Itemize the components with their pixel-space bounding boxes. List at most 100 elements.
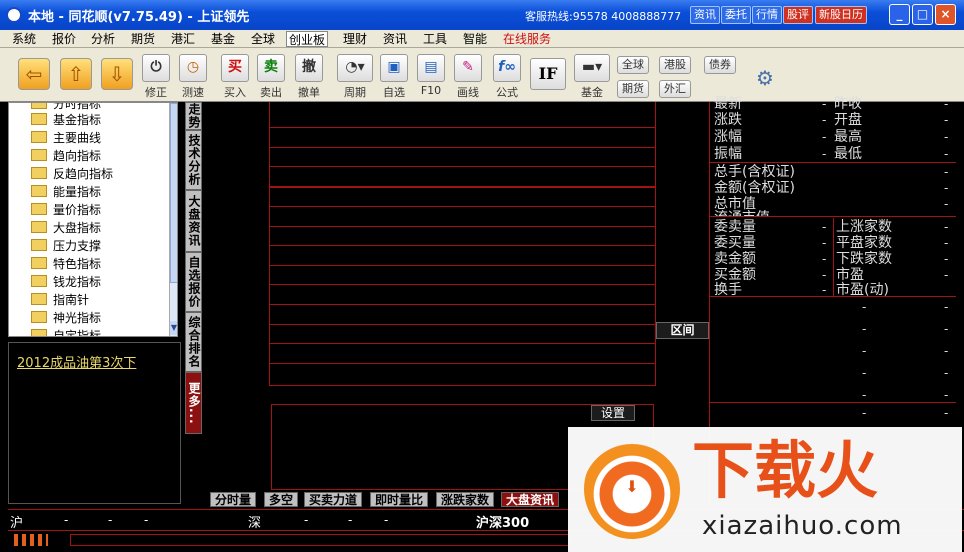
value-decliners: - <box>944 252 949 266</box>
tool-fund[interactable]: ▬▾ 基金 <box>572 52 612 100</box>
pencil-icon: ✎ <box>454 54 482 82</box>
hs300-label: 沪深300 <box>476 516 530 531</box>
btab-advance-decline[interactable]: 涨跌家数 <box>436 492 495 507</box>
tool-draw-line[interactable]: ✎ 画线 <box>451 52 485 100</box>
btab-volume-ratio[interactable]: 即时量比 <box>370 492 429 507</box>
back-arrow-icon[interactable]: ⇦ <box>18 58 50 90</box>
if-futures-icon[interactable]: IF <box>530 58 566 90</box>
tool-speedtest[interactable]: ◷ 测速 <box>176 52 210 100</box>
buy-icon: 买 <box>221 54 249 82</box>
btn-global[interactable]: 全球 <box>617 56 649 74</box>
tool-sell[interactable]: 卖卖出 <box>254 52 288 100</box>
btab-market-info[interactable]: 大盘资讯 <box>501 492 560 507</box>
tool-f10[interactable]: ▤ F10 <box>414 52 448 100</box>
top-btn-news[interactable]: 资讯 <box>690 6 720 24</box>
minimize-button[interactable]: _ <box>889 4 910 25</box>
chevron-down-icon[interactable]: ▼ <box>170 321 177 335</box>
value-advancers: - <box>944 220 949 234</box>
tree-scrollbar[interactable]: ▼ <box>169 103 177 336</box>
menu-hk-fx[interactable]: 港汇 <box>171 31 195 47</box>
sh-index-change: - <box>108 513 113 527</box>
label-buy-amount: 买金额 <box>714 267 756 283</box>
btab-long-short[interactable]: 多空 <box>264 492 299 507</box>
tree-item[interactable]: 基金指标 <box>31 111 101 129</box>
maximize-button[interactable]: □ <box>912 4 933 25</box>
tree-item[interactable]: 能量指标 <box>31 183 101 201</box>
value-row: - <box>944 322 949 336</box>
menu-system[interactable]: 系统 <box>12 31 36 47</box>
watermark-brand: 下载火 <box>692 434 879 507</box>
btn-forex[interactable]: 外汇 <box>659 80 691 98</box>
tree-item[interactable]: 趋向指标 <box>31 147 101 165</box>
label-ask-volume: 委卖量 <box>714 219 756 235</box>
value-change: - <box>822 113 827 127</box>
tree-item[interactable]: 反趋向指标 <box>31 165 113 183</box>
btab-buy-sell-force[interactable]: 买卖力道 <box>304 492 363 507</box>
label-volume: 总手(含权证) <box>714 164 795 180</box>
news-headline-link[interactable]: 2012成品油第3次下 <box>17 352 136 371</box>
value-prev-close: - <box>944 97 949 111</box>
btab-volume[interactable]: 分时量 <box>210 492 257 507</box>
signal-icon <box>14 534 48 546</box>
divider <box>710 296 956 297</box>
vtab-ranking[interactable]: 综合排名 <box>185 312 202 372</box>
menu-analysis[interactable]: 分析 <box>91 31 115 47</box>
label-decliners: 下跌家数 <box>836 251 892 267</box>
tree-item[interactable]: 指南针 <box>31 291 89 309</box>
top-btn-quote[interactable]: 行情 <box>752 6 782 24</box>
tool-cancel-order[interactable]: 撤撤单 <box>292 52 326 100</box>
menu-smart[interactable]: 智能 <box>463 31 487 47</box>
menu-finance[interactable]: 理财 <box>343 31 367 47</box>
close-button[interactable]: × <box>935 4 956 25</box>
top-btn-order[interactable]: 委托 <box>721 6 751 24</box>
menu-quote[interactable]: 报价 <box>52 31 76 47</box>
up-arrow-icon[interactable]: ⇧ <box>60 58 92 90</box>
down-arrow-icon[interactable]: ⇩ <box>101 58 133 90</box>
top-btn-review[interactable]: 股评 <box>783 6 813 24</box>
menu-online-service[interactable]: 在线服务 <box>503 31 551 47</box>
tool-formula[interactable]: f∞ 公式 <box>490 52 524 100</box>
tool-watchlist[interactable]: ▣ 自选 <box>377 52 411 100</box>
value-row: - <box>944 406 949 420</box>
power-icon: ⏻ <box>142 54 170 82</box>
menu-futures[interactable]: 期货 <box>131 31 155 47</box>
tree-item[interactable]: 压力支撑 <box>31 237 101 255</box>
scroll-thumb[interactable] <box>170 103 177 283</box>
vtab-more[interactable]: 更多... <box>185 372 202 434</box>
f10-icon: ▤ <box>417 54 445 82</box>
tree-item[interactable]: 神光指标 <box>31 309 101 327</box>
tree-item[interactable]: 自定指标 <box>31 327 101 336</box>
menu-tools[interactable]: 工具 <box>423 31 447 47</box>
tool-correct[interactable]: ⏻ 修正 <box>139 52 173 100</box>
value-low: - <box>944 147 949 161</box>
interval-button[interactable]: 区间 <box>656 322 709 339</box>
label-unchanged: 平盘家数 <box>836 235 892 251</box>
tool-buy[interactable]: 买买入 <box>218 52 252 100</box>
btn-futures[interactable]: 期货 <box>617 80 649 98</box>
vtab-trend[interactable]: 走势 <box>185 102 202 130</box>
menu-fund[interactable]: 基金 <box>211 31 235 47</box>
tool-period[interactable]: ◔▾ 周期 <box>335 52 375 100</box>
tree-item[interactable]: 钱龙指标 <box>31 273 101 291</box>
period-icon: ◔▾ <box>337 54 373 82</box>
top-btn-ipo-calendar[interactable]: 新股日历 <box>815 6 867 24</box>
value-row: - <box>944 344 949 358</box>
settings-button[interactable]: 设置 <box>591 405 635 421</box>
menu-gem[interactable]: 创业板 <box>286 31 329 47</box>
vtab-technical-analysis[interactable]: 技术分析 <box>185 130 202 190</box>
tree-item[interactable]: 特色指标 <box>31 255 101 273</box>
menu-global[interactable]: 全球 <box>251 31 275 47</box>
value-row: - <box>862 300 867 314</box>
folder-icon <box>31 149 47 161</box>
tree-item[interactable]: 主要曲线 <box>31 129 101 147</box>
vtab-watchlist-quote[interactable]: 自选报价 <box>185 252 202 312</box>
btn-bond[interactable]: 债券 <box>704 56 736 74</box>
tree-item[interactable]: 大盘指标 <box>31 219 101 237</box>
menu-info[interactable]: 资讯 <box>383 31 407 47</box>
btn-hk-stock[interactable]: 港股 <box>659 56 691 74</box>
grid-line <box>269 186 655 188</box>
tree-item[interactable]: 量价指标 <box>31 201 101 219</box>
ticker-track <box>70 534 570 546</box>
vtab-market-info[interactable]: 大盘资讯 <box>185 190 202 252</box>
gear-icon[interactable]: ⚙ <box>756 66 774 90</box>
